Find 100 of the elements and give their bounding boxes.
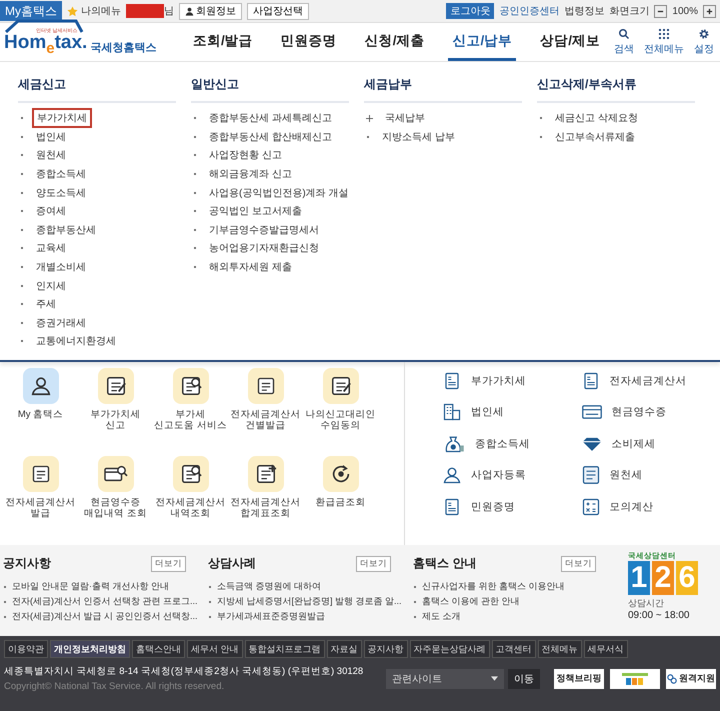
footer-link[interactable]: 이용약관 [4, 640, 48, 658]
diamond-icon [582, 436, 602, 452]
toolbar-button[interactable]: 검색 [614, 28, 634, 56]
logo-text[interactable]: Hom$_{e}$tax. [4, 34, 88, 58]
board-link[interactable]: 부가세과세표준증명원발급 [217, 610, 325, 623]
board-link[interactable]: 신규사업자를 위한 홈택스 이용안내 [422, 580, 565, 593]
more-button[interactable]: 더보기 [356, 556, 391, 572]
menu-item[interactable]: 종합부동산세 과세특례신고 [205, 109, 336, 128]
service-shortcut[interactable]: 전자세금계산서 건별발급 [228, 368, 303, 456]
menu-item[interactable]: 공익법인 보고서제출 [205, 202, 306, 220]
quick-link[interactable]: 원천세 [582, 460, 720, 491]
quick-link[interactable]: 전자세금계산서 [582, 365, 720, 396]
quick-link[interactable]: 모의계산 [582, 491, 720, 522]
menu-item[interactable]: 국세납부 [381, 109, 429, 128]
quick-link[interactable]: 부가가치세 [443, 365, 582, 396]
quick-link[interactable]: 법인세 [443, 396, 582, 428]
banner-link[interactable]: 정책브리핑 [554, 668, 604, 688]
nav-tab[interactable]: 신고/납부 [448, 23, 516, 61]
law-info-link[interactable]: 법령정보 [564, 4, 604, 18]
toolbar-button[interactable]: 전체메뉴 [644, 28, 684, 56]
menu-item[interactable]: 사업장현황 신고 [205, 146, 286, 164]
banner-link[interactable] [610, 668, 660, 688]
board-link[interactable]: 지방세 납세증명서[완납증명] 발행 경로좀 알... [217, 595, 402, 608]
footer-link[interactable]: 자주묻는상담사례 [410, 640, 490, 658]
user-suffix: 님 [164, 5, 174, 18]
quick-link[interactable]: 사업자등록 [443, 460, 582, 491]
document-icon [443, 372, 461, 390]
nav-tab[interactable]: 민원증명 [276, 23, 341, 61]
board-link[interactable]: 소득금액 증명원에 대하여 [217, 580, 322, 593]
board-link[interactable]: 제도 소개 [422, 610, 461, 623]
menu-item[interactable]: 증여세 [32, 202, 70, 220]
menu-item[interactable]: 양도소득세 [32, 184, 90, 202]
nav-tab[interactable]: 조회/발급 [188, 23, 257, 61]
go-button[interactable]: 이동 [508, 668, 540, 688]
menu-item[interactable]: 주세 [32, 295, 60, 314]
service-shortcut[interactable]: 현금영수증 매입내역 조회 [78, 456, 153, 544]
service-shortcut[interactable]: 부가가치세 신고 [78, 368, 153, 456]
gear-icon [698, 28, 710, 40]
menu-item[interactable]: 부가가치세 [32, 108, 92, 128]
nav-tab[interactable]: 신청/제출 [360, 23, 428, 61]
service-shortcut[interactable]: My 홈택스 [3, 368, 78, 456]
footer-link[interactable]: 통합설치프로그램 [244, 640, 325, 658]
member-info-button[interactable]: 회원정보 [179, 2, 242, 20]
zoom-in-button[interactable] [703, 4, 716, 18]
footer-link[interactable]: 자료실 [326, 640, 362, 658]
footer-link[interactable]: 세무서 안내 [187, 640, 243, 658]
service-shortcut[interactable]: 전자세금계산서 내역조회 [153, 456, 228, 544]
board-link[interactable]: 모바일 안내문 열람·출력 개선사항 안내 [12, 580, 169, 593]
workplace-select-button[interactable]: 사업장선택 [247, 2, 309, 20]
hours-text: 09:00 ~ 18:00 [628, 610, 690, 621]
nav-tab[interactable]: 상담/제보 [536, 23, 604, 61]
footer-link[interactable]: 홈택스안내 [132, 640, 185, 658]
menu-item[interactable]: 세금신고 삭제요청 [551, 109, 642, 128]
footer-link[interactable]: 세무서식 [584, 640, 628, 658]
menu-item[interactable]: 해외금융계좌 신고 [205, 165, 296, 184]
service-shortcut[interactable]: 전자세금계산서 발급 [3, 456, 78, 544]
quick-link[interactable]: 소비제세 [582, 428, 720, 460]
related-site-select[interactable]: 관련사이트 [386, 668, 504, 688]
logout-button[interactable]: 로그아웃 [446, 3, 494, 19]
service-shortcut[interactable]: 부가세 신고도움 서비스 [153, 368, 228, 456]
person-icon [443, 466, 461, 484]
menu-item[interactable]: 법인세 [32, 128, 70, 146]
menu-item[interactable]: 교육세 [32, 239, 70, 258]
service-shortcut[interactable]: 환급금조회 [303, 456, 378, 544]
menu-item[interactable]: 신고부속서류제출 [551, 128, 639, 146]
menu-item[interactable]: 원천세 [32, 146, 70, 164]
footer-link[interactable]: 고객센터 [492, 640, 536, 658]
menu-item[interactable]: 종합부동산세 합산배제신고 [205, 128, 336, 146]
menu-item[interactable]: 증권거래세 [32, 314, 90, 332]
service-shortcut[interactable]: 나의신고대리인 수임동의 [303, 368, 378, 456]
menu-item[interactable]: 농어업용기자재환급신청 [205, 239, 323, 258]
menu-item[interactable]: 인지세 [32, 276, 70, 295]
menu-item[interactable]: 교통에너지환경세 [32, 332, 120, 350]
service-shortcut[interactable]: 전자세금계산서 합계표조회 [228, 456, 303, 544]
menu-item[interactable]: 개별소비세 [32, 258, 90, 276]
menu-item[interactable]: 사업용(공익법인전용)계좌 개설 [205, 184, 352, 202]
board-link[interactable]: 홈택스 이용에 관한 안내 [422, 595, 520, 608]
banner-link[interactable]: 원격지원 [666, 668, 716, 688]
toolbar-button[interactable]: 설정 [694, 28, 714, 56]
menu-item[interactable]: 기부금영수증발급명세서 [205, 220, 323, 239]
footer-link[interactable]: 개인정보처리방침 [50, 640, 130, 658]
board-link[interactable]: 전자(세금)계산서 인증서 선택창 관련 프로그... [12, 595, 198, 608]
menu-item[interactable]: 해외투자세원 제출 [205, 258, 296, 276]
money-bag-icon [443, 434, 465, 453]
footer-link[interactable]: 공지사항 [364, 640, 408, 658]
my-hometax-button[interactable]: My홈택스 [0, 1, 62, 21]
quick-link[interactable]: 민원증명 [443, 491, 582, 522]
quick-link[interactable]: 현금영수증 [582, 396, 720, 428]
footer-link[interactable]: 전체메뉴 [538, 640, 582, 658]
headset-icon [667, 674, 677, 684]
more-button[interactable]: 더보기 [151, 556, 186, 572]
menu-item[interactable]: 종합부동산세 [32, 220, 100, 239]
my-menu-link[interactable]: 나의메뉴 [67, 4, 121, 18]
cert-center-link[interactable]: 공인인증센터 [499, 4, 560, 18]
quick-link[interactable]: 종합소득세 [443, 428, 582, 460]
menu-item[interactable]: 종합소득세 [32, 165, 90, 184]
board-link[interactable]: 전자(세금)계산서 발급 시 공인인증서 선택창... [12, 610, 198, 623]
zoom-out-button[interactable] [654, 4, 668, 18]
more-button[interactable]: 더보기 [561, 556, 596, 572]
menu-item[interactable]: 지방소득세 납부 [378, 128, 459, 146]
